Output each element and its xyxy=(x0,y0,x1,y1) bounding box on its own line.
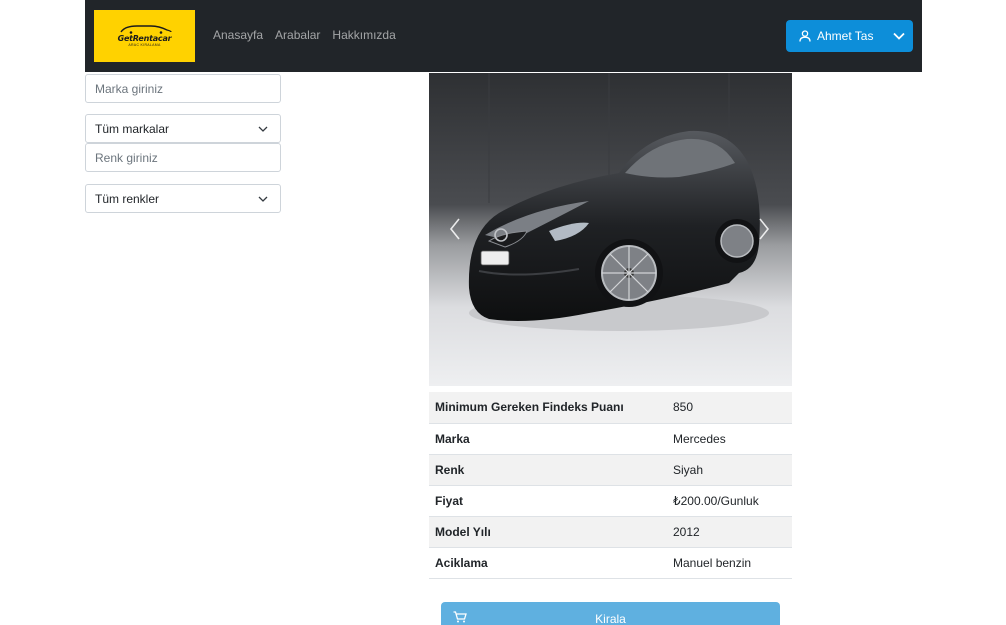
table-row: Model Yılı 2012 xyxy=(429,516,792,547)
detail-value: 850 xyxy=(673,400,694,415)
user-button-main[interactable]: Ahmet Tas xyxy=(786,20,884,52)
carousel-prev-button[interactable] xyxy=(447,213,463,245)
detail-label: Fiyat xyxy=(435,493,464,508)
nav-link-cars[interactable]: Arabalar xyxy=(275,28,320,42)
table-row: Minimum Gereken Findeks Puanı 850 xyxy=(429,392,792,423)
chevron-right-icon xyxy=(759,218,770,240)
car-photo xyxy=(429,73,792,386)
rent-button-label: Kirala xyxy=(595,612,626,625)
brand-select-value: Tüm markalar xyxy=(95,121,170,136)
chevron-down-icon xyxy=(258,196,268,202)
detail-value: Manuel benzin xyxy=(673,555,752,570)
car-details-table: Minimum Gereken Findeks Puanı 850 Marka … xyxy=(429,392,792,579)
carousel-next-button[interactable] xyxy=(756,213,772,245)
user-icon xyxy=(799,30,811,42)
detail-value: 2012 xyxy=(673,524,700,539)
detail-label: Renk xyxy=(435,462,465,477)
detail-value: Siyah xyxy=(673,462,704,477)
detail-label: Model Yılı xyxy=(435,524,491,539)
chevron-left-icon xyxy=(449,218,460,240)
brand-logo[interactable]: GetRentacar ARAC KIRALAMA xyxy=(94,10,195,62)
logo-text: GetRentacar xyxy=(117,34,172,44)
user-dropdown-toggle[interactable] xyxy=(884,20,913,52)
color-select-value: Tüm renkler xyxy=(95,191,160,206)
navbar: GetRentacar ARAC KIRALAMA Anasayfa Araba… xyxy=(85,0,922,72)
color-select[interactable]: Tüm renkler xyxy=(85,184,281,213)
nav-links: Anasayfa Arabalar Hakkımızda xyxy=(213,28,396,42)
logo-subtext: ARAC KIRALAMA xyxy=(128,43,161,48)
user-name: Ahmet Tas xyxy=(817,29,874,43)
rent-button[interactable]: Kirala xyxy=(441,602,780,625)
detail-label: Marka xyxy=(435,431,470,446)
nav-link-about[interactable]: Hakkımızda xyxy=(332,28,395,42)
chevron-down-icon xyxy=(258,126,268,132)
table-row: Marka Mercedes xyxy=(429,423,792,454)
brand-search-input[interactable] xyxy=(85,74,281,103)
detail-value: ₺200.00/Gunluk xyxy=(673,493,759,508)
user-menu-button[interactable]: Ahmet Tas xyxy=(786,20,913,52)
chevron-down-icon xyxy=(892,32,905,40)
detail-label: Aciklama xyxy=(435,555,488,570)
brand-select[interactable]: Tüm markalar xyxy=(85,114,281,143)
cart-icon xyxy=(453,611,467,623)
car-image-carousel[interactable] xyxy=(429,73,792,386)
table-row: Aciklama Manuel benzin xyxy=(429,547,792,578)
table-row: Renk Siyah xyxy=(429,454,792,485)
nav-link-home[interactable]: Anasayfa xyxy=(213,28,263,42)
color-search-input[interactable] xyxy=(85,143,281,172)
detail-label: Minimum Gereken Findeks Puanı xyxy=(435,400,624,415)
detail-value: Mercedes xyxy=(673,431,726,446)
table-row: Fiyat ₺200.00/Gunluk xyxy=(429,485,792,516)
car-logo-icon xyxy=(119,25,172,35)
